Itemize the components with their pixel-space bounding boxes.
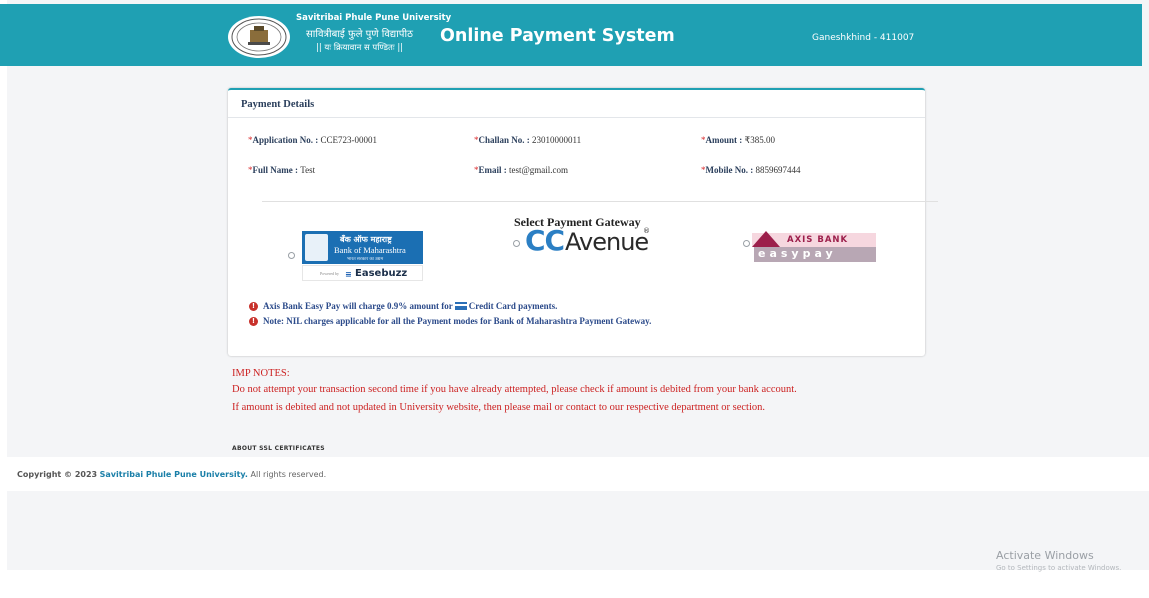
university-motto: || यः क्रियावान स पण्डितः || [316,43,404,53]
system-title: Online Payment System [440,26,675,46]
full-name-value: Test [300,165,316,175]
copyright-university-link[interactable]: Savitribai Phule Pune University. [100,470,248,479]
university-name-marathi: सावित्रीबाई फुले पुणे विद्यापीठ [306,29,413,40]
amount-label: Amount [705,135,738,145]
bom-emblem-icon [305,234,328,261]
bom-name-marathi: बँक ऑफ महाराष्ट्र [340,235,392,244]
axis-bank-name: AXIS BANK [787,235,849,245]
axis-triangle-icon [752,231,780,247]
application-no-label: Application No. [252,135,314,145]
location-text: Ganeshkhind - 411007 [812,33,915,43]
card-divider [228,117,925,118]
bom-gateway-radio[interactable] [288,252,295,259]
bom-charge-note: ! Note: NIL charges applicable for all t… [249,316,651,326]
application-no-field: *Application No. : CCE723-00001 [248,135,378,145]
card-title: Payment Details [241,99,315,110]
amount-field: *Amount : ₹385.00 [701,135,775,145]
imp-notes-heading: IMP NOTES: [232,368,290,379]
copyright-text: Copyright © 2023 Savitribai Phule Pune U… [17,470,326,479]
challan-no-field: *Challan No. : 23010000011 [474,135,582,145]
amount-value: ₹385.00 [744,135,775,145]
axis-note-text: Axis Bank Easy Pay will charge 0.9% amou… [263,301,453,311]
section-divider [262,201,938,202]
copyright-prefix: Copyright © 2023 [17,470,98,479]
easebuzz-icon: ≡ [345,270,352,279]
application-no-value: CCE723-00001 [320,135,378,145]
challan-no-value: 23010000011 [532,135,582,145]
ccavenue-avenue: Avenue [565,228,649,256]
mobile-no-label: Mobile No. [705,165,749,175]
bom-logo[interactable]: बँक ऑफ महाराष्ट्र Bank of Maharashtra भा… [302,231,423,264]
ccavenue-gateway-radio[interactable] [513,240,520,247]
full-name-label: Full Name [252,165,293,175]
university-name-english: Savitribai Phule Pune University [296,13,452,23]
university-logo [228,16,290,58]
easebuzz-logo: Powered by ≡ Easebuzz [302,265,423,281]
site-header: Savitribai Phule Pune University सावित्र… [0,4,1142,66]
activate-windows-subtitle: Go to Settings to activate Windows. [996,564,1122,572]
powered-by-label: Powered by [320,271,339,276]
bom-tagline: भारत सरकार का उद्यम [347,256,384,261]
challan-no-label: Challan No. [478,135,525,145]
ssl-certificates-heading[interactable]: ABOUT SSL CERTIFICATES [232,445,325,452]
payment-details-card: Payment Details *Application No. : CCE72… [228,88,938,356]
email-value: test@gmail.com [509,165,569,175]
axis-note-text-end: Credit Card payments. [468,301,558,311]
imp-notes-line-2: If amount is debited and not updated in … [232,402,766,413]
email-label: Email [478,165,502,175]
axis-charge-note: ! Axis Bank Easy Pay will charge 0.9% am… [249,301,557,311]
ccavenue-cc: CC [525,224,565,257]
error-icon: ! [249,316,258,326]
easypay-text: easypay [758,247,837,260]
imp-notes-line-1: Do not attempt your transaction second t… [232,384,797,395]
bom-name-english: Bank of Maharashtra [334,245,406,255]
credit-card-icon [454,302,467,310]
mobile-no-field: *Mobile No. : 8859697444 [701,165,801,175]
mobile-no-value: 8859697444 [755,165,801,175]
bom-note-text: Note: NIL charges applicable for all the… [263,316,652,326]
easebuzz-name: Easebuzz [355,268,408,279]
email-field: *Email : test@gmail.com [474,165,569,175]
error-icon: ! [249,301,258,311]
copyright-suffix: All rights reserved. [250,470,327,479]
activate-windows-title: Activate Windows [996,549,1094,562]
full-name-field: *Full Name : Test [248,165,316,175]
axis-gateway-radio[interactable] [743,240,750,247]
registered-mark: ® [643,227,650,235]
